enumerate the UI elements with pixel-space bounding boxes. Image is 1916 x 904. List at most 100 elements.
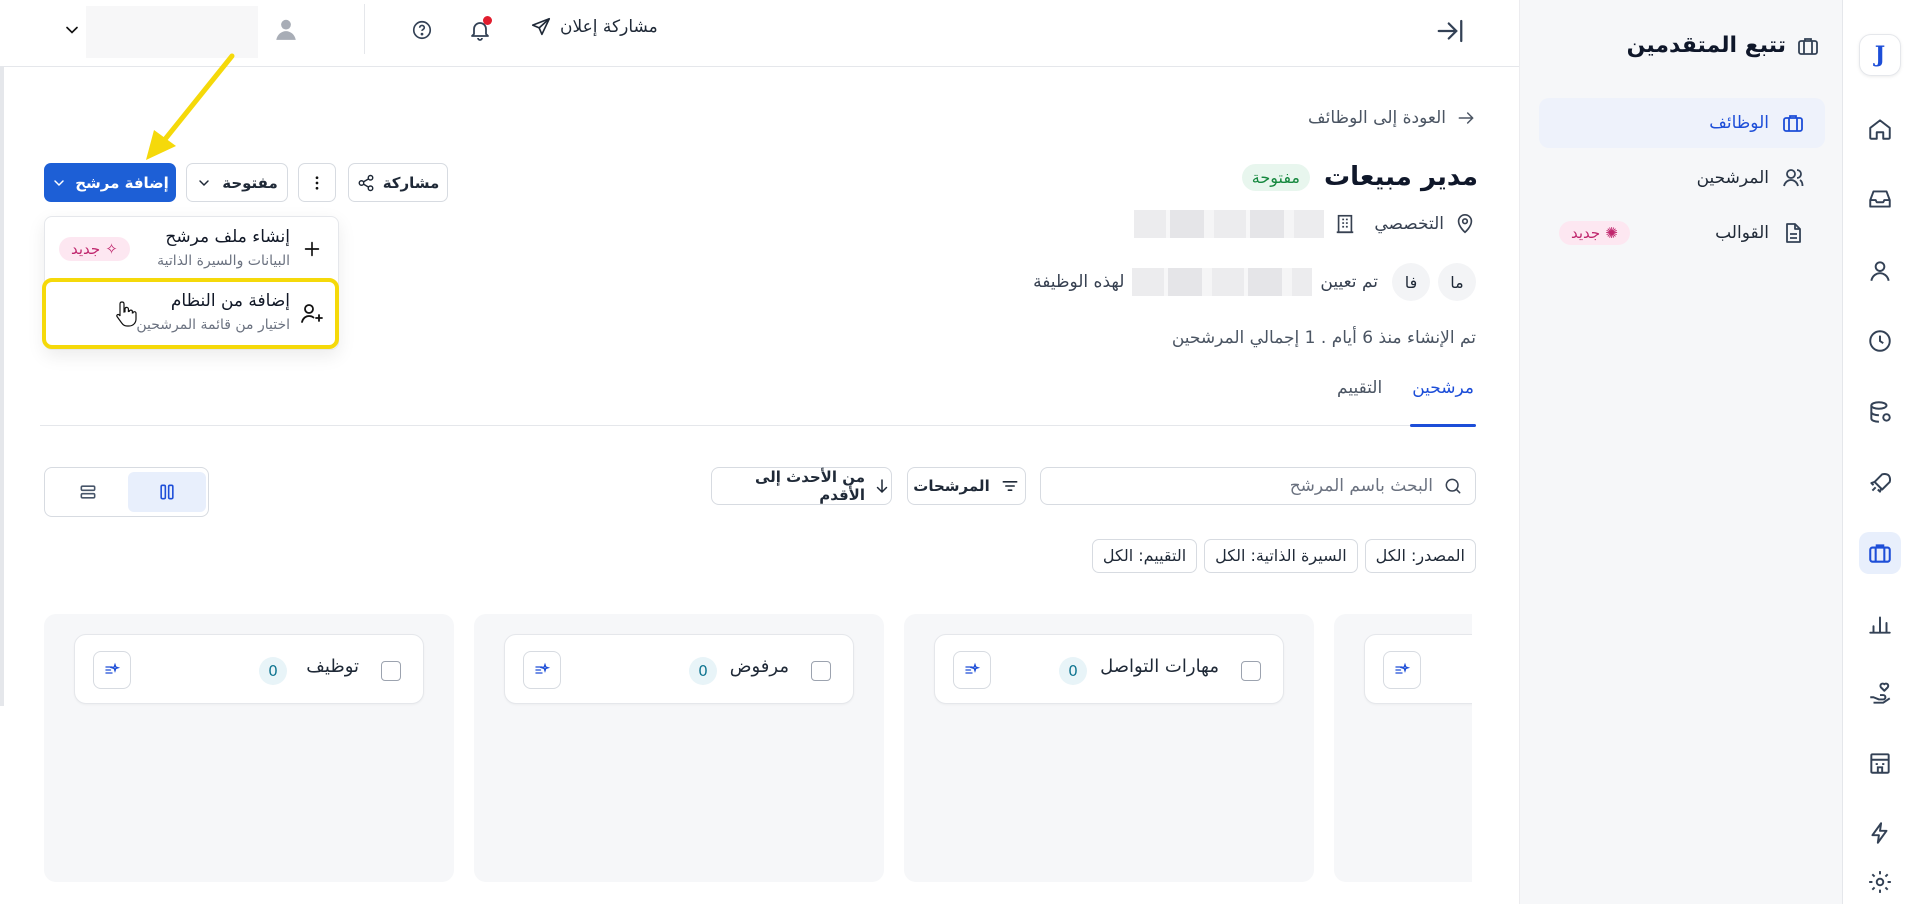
- column-count: 0: [259, 657, 287, 685]
- inbox-icon[interactable]: [1859, 178, 1901, 220]
- building-icon: [1334, 213, 1356, 235]
- tab-candidates[interactable]: مرشحين: [1410, 372, 1476, 427]
- user-icon[interactable]: [1859, 250, 1901, 292]
- list-view-icon[interactable]: [49, 472, 127, 512]
- new-badge: ✺ جديد: [1559, 221, 1630, 245]
- job-status-dropdown[interactable]: مفتوحة: [186, 163, 288, 202]
- avatar[interactable]: فا: [1392, 263, 1430, 301]
- column-header: [1364, 634, 1472, 704]
- arrow-right-icon: [1456, 108, 1476, 128]
- sidebar-item-jobs[interactable]: الوظائف: [1539, 98, 1825, 148]
- left-edge: [0, 0, 4, 706]
- settings-icon[interactable]: [1859, 861, 1901, 903]
- hand-heart-icon[interactable]: [1859, 673, 1901, 715]
- sidebar-title: تتبع المتقدمين: [1627, 33, 1820, 58]
- tab-evaluation[interactable]: التقييم: [1335, 372, 1384, 426]
- bell-icon[interactable]: [466, 16, 494, 44]
- icon-rail: J: [1842, 0, 1916, 904]
- filter-chips: المصدر: الكل السيرة الذاتية: الكل التقيي…: [1091, 539, 1476, 573]
- highlight-box: [42, 278, 339, 349]
- building-icon[interactable]: [1859, 742, 1901, 784]
- clock-icon[interactable]: [1859, 320, 1901, 362]
- job-title-row: مدير مبيعات مفتوحة: [1241, 162, 1478, 192]
- ai-sparkle-icon[interactable]: [1383, 651, 1421, 689]
- company-name-redacted: [1134, 210, 1325, 238]
- sparkle-icon: ✺: [1605, 224, 1618, 242]
- ai-sparkle-icon[interactable]: [93, 651, 131, 689]
- kanban-view-icon[interactable]: [128, 472, 206, 512]
- sidebar: تتبع المتقدمين الوظائف المرشحين القوالب …: [1519, 0, 1842, 904]
- chip-source[interactable]: المصدر: الكل: [1364, 539, 1476, 573]
- avatar[interactable]: ما: [1438, 263, 1476, 301]
- kanban-board: مهارات التواصل 0 مرفوض 0 توظيف 0: [44, 614, 1472, 904]
- more-options-button[interactable]: [298, 163, 336, 202]
- add-candidate-button[interactable]: إضافة مرشح: [44, 163, 176, 202]
- annotation-arrow: [146, 53, 235, 160]
- users-icon: [1781, 166, 1805, 190]
- bolt-icon[interactable]: [1859, 812, 1901, 854]
- search-input[interactable]: البحث باسم المرشح: [1040, 467, 1476, 505]
- app-logo[interactable]: J: [1859, 34, 1901, 76]
- job-meta: التخصصي: [1134, 210, 1476, 238]
- column-title: توظيف: [306, 656, 359, 677]
- sidebar-item-label: الوظائف: [1709, 113, 1769, 133]
- search-icon: [1443, 476, 1463, 496]
- chip-rating[interactable]: التقييم: الكل: [1091, 539, 1198, 573]
- column-count: 0: [689, 657, 717, 685]
- collapse-sidebar-icon[interactable]: [1433, 14, 1467, 48]
- filters-label: المرشحات: [913, 477, 990, 495]
- sort-label: من الأحدث إلى الأقدم: [754, 468, 865, 504]
- chevron-down-icon[interactable]: [60, 18, 84, 42]
- database-icon[interactable]: [1859, 391, 1901, 433]
- chart-icon[interactable]: [1859, 603, 1901, 645]
- new-badge-label: جديد: [1571, 224, 1601, 242]
- more-vertical-icon: [308, 174, 326, 192]
- document-icon: [1781, 221, 1805, 245]
- kanban-column: [1334, 614, 1472, 882]
- column-title: مرفوض: [729, 656, 789, 677]
- column-checkbox[interactable]: [811, 661, 831, 681]
- status-dropdown-value: مفتوحة: [222, 173, 278, 192]
- assignee-names-redacted: [1132, 268, 1313, 296]
- send-icon: [530, 16, 552, 38]
- back-label: العودة إلى الوظائف: [1308, 108, 1446, 128]
- share-button[interactable]: مشاركة: [348, 163, 448, 202]
- sort-button[interactable]: من الأحدث إلى الأقدم: [711, 467, 892, 505]
- ai-sparkle-icon[interactable]: [523, 651, 561, 689]
- location-pin-icon: [1454, 213, 1476, 235]
- briefcase-icon: [1796, 34, 1820, 58]
- divider: [364, 4, 365, 54]
- filter-icon: [1000, 476, 1020, 496]
- assigned-suffix: لهذه الوظيفة: [1033, 272, 1125, 292]
- share-ad-label: مشاركة إعلان: [560, 17, 658, 37]
- column-checkbox[interactable]: [381, 661, 401, 681]
- back-to-jobs-link[interactable]: العودة إلى الوظائف: [1308, 108, 1476, 128]
- chip-resume[interactable]: السيرة الذاتية: الكل: [1204, 539, 1358, 573]
- menu-item-subtitle: البيانات والسيرة الذاتية: [157, 253, 290, 269]
- tabs: مرشحين التقييم: [40, 372, 1476, 427]
- new-badge-label: جديد: [71, 240, 101, 258]
- column-header: مرفوض 0: [504, 634, 854, 704]
- sidebar-item-templates[interactable]: القوالب ✺ جديد: [1539, 208, 1825, 258]
- avatar-icon[interactable]: [270, 12, 302, 46]
- page-title: مدير مبيعات: [1324, 162, 1478, 192]
- column-count: 0: [1059, 657, 1087, 685]
- column-checkbox[interactable]: [1241, 661, 1261, 681]
- sidebar-item-label: المرشحين: [1696, 168, 1769, 188]
- help-icon[interactable]: [408, 16, 436, 44]
- filters-button[interactable]: المرشحات: [907, 467, 1026, 505]
- app-title: تتبع المتقدمين: [1626, 33, 1786, 58]
- rocket-icon[interactable]: [1859, 462, 1901, 504]
- home-icon[interactable]: [1859, 108, 1901, 150]
- arrow-down-icon: [873, 477, 891, 495]
- share-ad-button[interactable]: مشاركة إعلان: [530, 16, 658, 38]
- column-header: توظيف 0: [74, 634, 424, 704]
- briefcase-icon[interactable]: [1859, 532, 1901, 574]
- menu-item-create-profile[interactable]: إنشاء ملف مرشح البيانات والسيرة الذاتية …: [45, 219, 340, 279]
- ai-sparkle-icon[interactable]: [953, 651, 991, 689]
- kanban-column: مهارات التواصل 0: [904, 614, 1314, 882]
- column-title: مهارات التواصل: [1100, 656, 1219, 677]
- chevron-down-icon: [196, 175, 212, 191]
- sidebar-item-candidates[interactable]: المرشحين: [1539, 153, 1825, 203]
- share-icon: [357, 174, 375, 192]
